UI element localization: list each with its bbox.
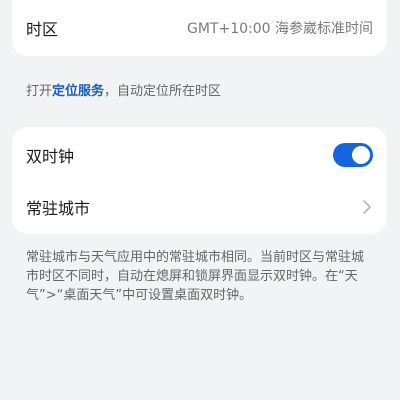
resident-city-label: 常驻城市 xyxy=(26,199,91,218)
toggle-knob xyxy=(352,146,370,164)
location-hint-suffix: ，自动定位所在时区 xyxy=(104,84,222,99)
dual-clock-row: 双时钟 xyxy=(12,129,387,181)
location-hint: 打开定位服务，自动定位所在时区 xyxy=(26,80,221,99)
time-zone-row[interactable]: 时区 GMT+10:00 海参崴标准时间 xyxy=(12,2,387,54)
chevron-right-icon xyxy=(363,200,371,214)
dual-clock-card: 双时钟 常驻城市 xyxy=(12,127,387,234)
location-hint-prefix: 打开 xyxy=(26,84,53,99)
resident-city-row[interactable]: 常驻城市 xyxy=(12,181,387,233)
dual-clock-label: 双时钟 xyxy=(26,147,75,166)
time-zone-value: GMT+10:00 海参崴标准时间 xyxy=(186,21,373,37)
time-zone-card: 时区 GMT+10:00 海参崴标准时间 xyxy=(12,0,387,56)
dual-clock-toggle[interactable] xyxy=(333,143,373,167)
location-service-link[interactable]: 定位服务 xyxy=(52,84,104,99)
time-zone-label: 时区 xyxy=(26,20,59,39)
dual-clock-description: 常驻城市与天气应用中的常驻城市相同。当前时区与常驻城市时区不同时，自动在熄屏和锁… xyxy=(26,250,365,303)
